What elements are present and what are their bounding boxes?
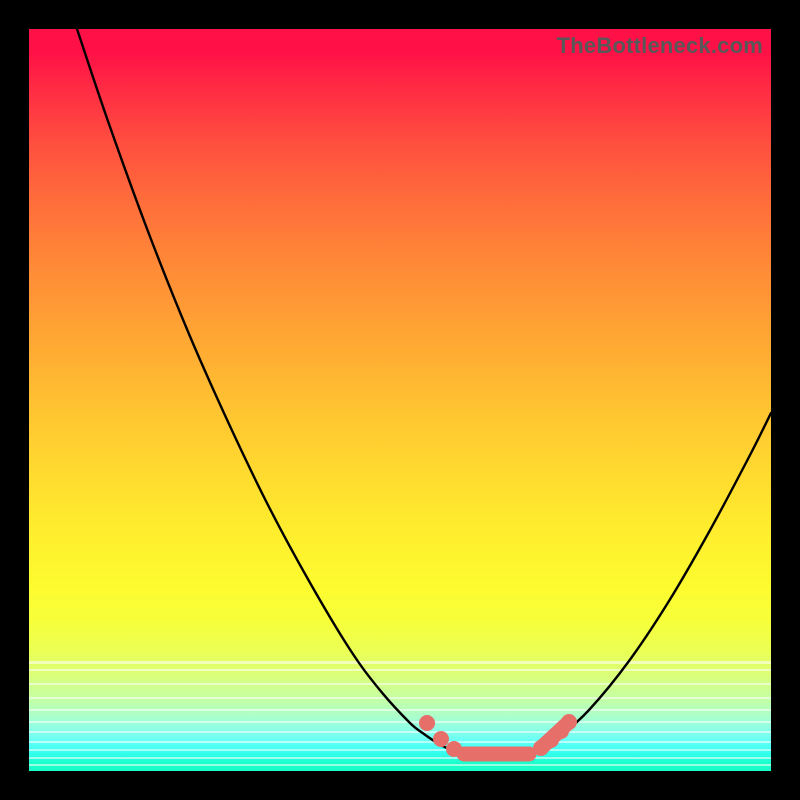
curve-marker-dot [419,715,435,731]
curve-markers [419,714,577,757]
curve-marker-dot [433,731,449,747]
curve-line [77,29,771,756]
chart-frame: TheBottleneck.com [0,0,800,800]
plot-area: TheBottleneck.com [29,29,771,771]
bottleneck-curve [29,29,771,771]
watermark-label: TheBottleneck.com [557,33,763,59]
curve-marker-right-capsule [541,722,569,748]
